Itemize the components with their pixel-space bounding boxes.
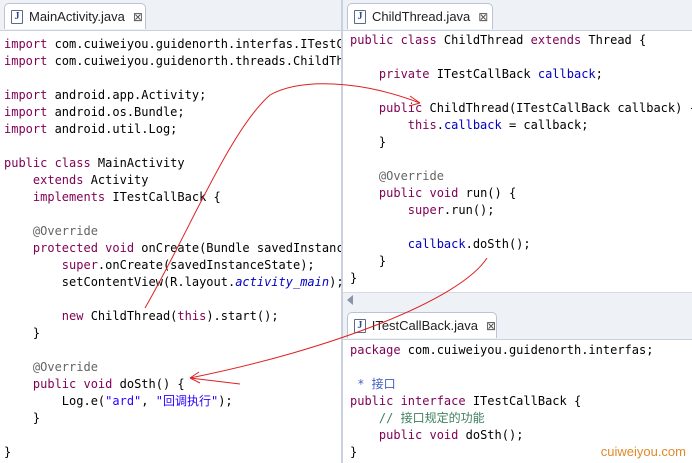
code-line: super.onCreate(savedInstanceState); [61, 258, 315, 272]
code-line: @Override [32, 360, 98, 374]
code-line: private ITestCallBack callback; [378, 67, 603, 81]
close-icon[interactable]: ⊠ [478, 10, 488, 24]
code-line: setContentView(R.layout.activity_main); [4, 275, 341, 289]
child-thread-tabbar: J ChildThread.java ⊠ [343, 0, 692, 31]
code-line: } [4, 445, 12, 459]
child-thread-code[interactable]: public class ChildThread extends Thread … [350, 32, 692, 287]
code-line: } [350, 135, 387, 149]
code-line: public void doSth(); [378, 428, 524, 442]
code-line: protected void onCreate(Bundle savedInst… [32, 241, 341, 255]
code-line: } [4, 326, 41, 340]
code-line: * 接口 [350, 377, 396, 391]
main-activity-code[interactable]: import com.cuiweiyou.guidenorth.interfas… [4, 36, 341, 461]
tab-itestcallback[interactable]: J ITestCallBack.java ⊠ [347, 312, 497, 338]
code-line: } [350, 271, 358, 285]
code-line: package com.cuiweiyou.guidenorth.interfa… [350, 343, 654, 357]
java-file-icon: J [354, 318, 366, 333]
code-line: callback.doSth(); [407, 237, 531, 251]
code-line: public ChildThread(ITestCallBack callbac… [378, 101, 692, 115]
code-line: new ChildThread(this).start(); [61, 309, 279, 323]
code-line: // 接口规定的功能 [378, 411, 485, 425]
code-line: implements ITestCallBack { [32, 190, 221, 204]
tab-child-thread[interactable]: J ChildThread.java ⊠ [347, 3, 493, 29]
code-line: public interface ITestCallBack { [350, 394, 582, 408]
callback-editor[interactable]: J ITestCallBack.java ⊠ package com.cuiwe… [343, 309, 692, 463]
code-line: Log.e("ard", "回调执行"); [4, 394, 233, 408]
scroll-left-icon[interactable] [347, 295, 353, 305]
code-line: import com.cuiweiyou.guidenorth.threads.… [4, 54, 341, 68]
horizontal-scrollbar[interactable] [343, 292, 692, 310]
callback-tabbar: J ITestCallBack.java ⊠ [343, 309, 692, 340]
tab-label: ITestCallBack.java [371, 318, 478, 333]
tab-main-activity[interactable]: J MainActivity.java ⊠ [4, 3, 146, 29]
main-activity-tabbar: J MainActivity.java ⊠ [0, 0, 341, 31]
code-line: public class MainActivity [4, 156, 185, 170]
tab-label: MainActivity.java [29, 9, 125, 24]
code-line: this.callback = callback; [407, 118, 589, 132]
code-line: } [350, 254, 387, 268]
code-line: import com.cuiweiyou.guidenorth.interfas… [4, 37, 341, 51]
close-icon[interactable]: ⊠ [486, 319, 496, 333]
close-icon[interactable]: ⊠ [133, 10, 143, 24]
code-line: public void doSth() { [32, 377, 185, 391]
code-line: public class ChildThread extends Thread … [350, 33, 647, 47]
java-file-icon: J [11, 9, 23, 24]
tab-label: ChildThread.java [372, 9, 471, 24]
code-line: extends Activity [32, 173, 149, 187]
main-activity-editor[interactable]: J MainActivity.java ⊠ import com.cuiweiy… [0, 0, 341, 463]
code-line: import android.os.Bundle; [4, 105, 185, 119]
code-line: super.run(); [407, 203, 495, 217]
code-line: public void run() { [378, 186, 517, 200]
code-line: import android.util.Log; [4, 122, 178, 136]
code-line: @Override [32, 224, 98, 238]
watermark: cuiweiyou.com [600, 444, 686, 459]
code-line: } [4, 411, 41, 425]
java-file-icon: J [354, 9, 366, 24]
child-thread-editor[interactable]: J ChildThread.java ⊠ public class ChildT… [343, 0, 692, 292]
code-line: @Override [378, 169, 444, 183]
code-line: import android.app.Activity; [4, 88, 207, 102]
